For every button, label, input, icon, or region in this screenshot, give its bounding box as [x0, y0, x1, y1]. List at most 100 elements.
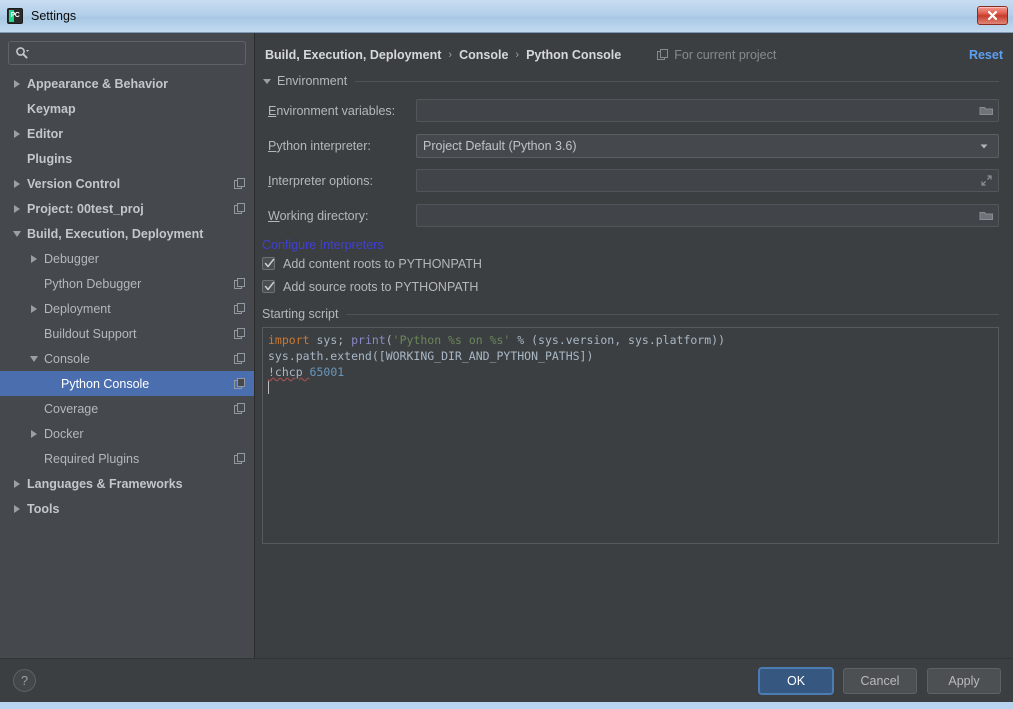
close-button[interactable] — [977, 6, 1008, 25]
sidebar-item-label: Python Debugger — [44, 276, 142, 291]
module-icon — [234, 352, 245, 364]
dialog-buttons: OK Cancel Apply — [759, 667, 1001, 694]
sidebar-item-editor[interactable]: Editor — [0, 121, 254, 146]
code-token: 65001 — [309, 365, 345, 379]
field-label: Python interpreter: — [268, 138, 371, 153]
sidebar-item-docker[interactable]: Docker — [0, 421, 254, 446]
search-box[interactable] — [8, 41, 246, 65]
sidebar-item-console[interactable]: Console — [0, 346, 254, 371]
combo-arrow-button[interactable] — [974, 135, 994, 156]
sidebar-item-label: Console — [44, 351, 90, 366]
code-line: sys.path.extend([WORKING_DIR_AND_PYTHON_… — [268, 348, 993, 364]
interpreter-options-input[interactable] — [416, 169, 999, 192]
chevron-right-icon[interactable] — [28, 302, 41, 315]
working-directory-input[interactable] — [416, 204, 999, 227]
help-button[interactable]: ? — [13, 669, 36, 692]
window-title: Settings — [31, 9, 77, 23]
module-icon — [657, 49, 669, 60]
code-line: !chcp 65001 — [268, 364, 993, 380]
breadcrumb-item-2: Python Console — [526, 48, 622, 62]
code-token: sys; — [309, 333, 352, 347]
starting-script-editor[interactable]: import sys; print('Python %s on %s' % (s… — [262, 327, 999, 544]
expand-button[interactable] — [976, 170, 996, 191]
sidebar-item-coverage[interactable]: Coverage — [0, 396, 254, 421]
breadcrumb-item-1[interactable]: Console — [459, 48, 508, 62]
sidebar-item-label: Keymap — [27, 101, 76, 116]
chevron-down-icon[interactable] — [11, 227, 24, 240]
sidebar-item-build-execution-deployment[interactable]: Build, Execution, Deployment — [0, 221, 254, 246]
checkbox-label: Add source roots to PYTHONPATH — [283, 279, 479, 294]
breadcrumb-separator: › — [515, 49, 520, 61]
sidebar-item-label: Buildout Support — [44, 326, 137, 341]
chevron-right-icon[interactable] — [11, 77, 24, 90]
pythonpath-checkboxes: Add content roots to PYTHONPATH Add sourc… — [256, 252, 1013, 298]
sidebar-item-plugins[interactable]: Plugins — [0, 146, 254, 171]
environment-section-title: Environment — [277, 74, 348, 88]
sidebar-item-appearance-behavior[interactable]: Appearance & Behavior — [0, 71, 254, 96]
code-line: import sys; print('Python %s on %s' % (s… — [268, 332, 993, 348]
expand-icon — [980, 175, 992, 186]
sidebar-item-required-plugins[interactable]: Required Plugins — [0, 446, 254, 471]
sidebar-item-tools[interactable]: Tools — [0, 496, 254, 521]
environment-form: Environment variables: Python interpreter… — [256, 88, 1013, 228]
sidebar-item-debugger[interactable]: Debugger — [0, 246, 254, 271]
sidebar-item-label: Project: 00test_proj — [27, 201, 144, 216]
chevron-right-icon[interactable] — [28, 252, 41, 265]
sidebar-search-wrap — [0, 33, 254, 65]
field-label: Environment variables: — [268, 103, 396, 118]
sidebar-item-label: Tools — [27, 501, 60, 516]
sidebar-item-languages-frameworks[interactable]: Languages & Frameworks — [0, 471, 254, 496]
checkbox-add-source-roots-to-pythonpath[interactable]: Add source roots to PYTHONPATH — [256, 275, 1013, 298]
module-icon — [234, 327, 245, 339]
sidebar-item-version-control[interactable]: Version Control — [0, 171, 254, 196]
scope-label: For current project — [674, 48, 777, 62]
chevron-right-icon[interactable] — [11, 477, 24, 490]
sidebar-item-project-00test-proj[interactable]: Project: 00test_proj — [0, 196, 254, 221]
ok-button[interactable]: OK — [759, 667, 833, 694]
field-label: Working directory: — [268, 208, 369, 223]
sidebar-item-label: Python Console — [61, 376, 150, 391]
sidebar-item-buildout-support[interactable]: Buildout Support — [0, 321, 254, 346]
sidebar-item-keymap[interactable]: Keymap — [0, 96, 254, 121]
reset-link[interactable]: Reset — [969, 48, 1003, 62]
folder-button[interactable] — [976, 100, 996, 121]
environment-section-header[interactable]: Environment — [256, 74, 1013, 88]
folder-button[interactable] — [976, 205, 996, 226]
checkbox-add-content-roots-to-pythonpath[interactable]: Add content roots to PYTHONPATH — [256, 252, 1013, 275]
chevron-right-icon[interactable] — [28, 427, 41, 440]
breadcrumb-item-0[interactable]: Build, Execution, Deployment — [265, 48, 441, 62]
code-token: 'Python %s on %s' — [392, 333, 511, 347]
checkbox-box[interactable] — [262, 257, 275, 270]
sidebar-item-python-debugger[interactable]: Python Debugger — [0, 271, 254, 296]
code-token: print — [351, 333, 386, 347]
sidebar-item-python-console[interactable]: Python Console — [0, 371, 254, 396]
section-divider — [346, 313, 999, 315]
sidebar-item-label: Debugger — [44, 251, 99, 266]
python-interpreter-combo[interactable]: Project Default (Python 3.6) — [416, 133, 999, 158]
chevron-right-icon[interactable] — [11, 177, 24, 190]
sidebar-item-deployment[interactable]: Deployment — [0, 296, 254, 321]
chevron-down-icon — [980, 144, 988, 148]
chevron-down-icon[interactable] — [28, 352, 41, 365]
sidebar-item-label: Required Plugins — [44, 451, 140, 466]
chevron-right-icon[interactable] — [11, 202, 24, 215]
sidebar-item-label: Deployment — [44, 301, 111, 316]
configure-interpreters-link[interactable]: Configure Interpreters — [262, 238, 384, 252]
chevron-right-icon[interactable] — [11, 502, 24, 515]
apply-button[interactable]: Apply — [927, 667, 1001, 694]
sidebar-item-label: Appearance & Behavior — [27, 76, 169, 91]
folder-icon — [979, 212, 993, 220]
configure-interpreters-row: Configure Interpreters — [256, 238, 1013, 252]
chevron-right-icon[interactable] — [11, 127, 24, 140]
checkbox-box[interactable] — [262, 280, 275, 293]
module-icon — [234, 402, 245, 414]
environment-variables-input[interactable] — [416, 99, 999, 122]
code-token: !chcp — [268, 365, 310, 379]
search-input[interactable] — [33, 43, 239, 63]
cancel-button[interactable]: Cancel — [843, 667, 917, 694]
